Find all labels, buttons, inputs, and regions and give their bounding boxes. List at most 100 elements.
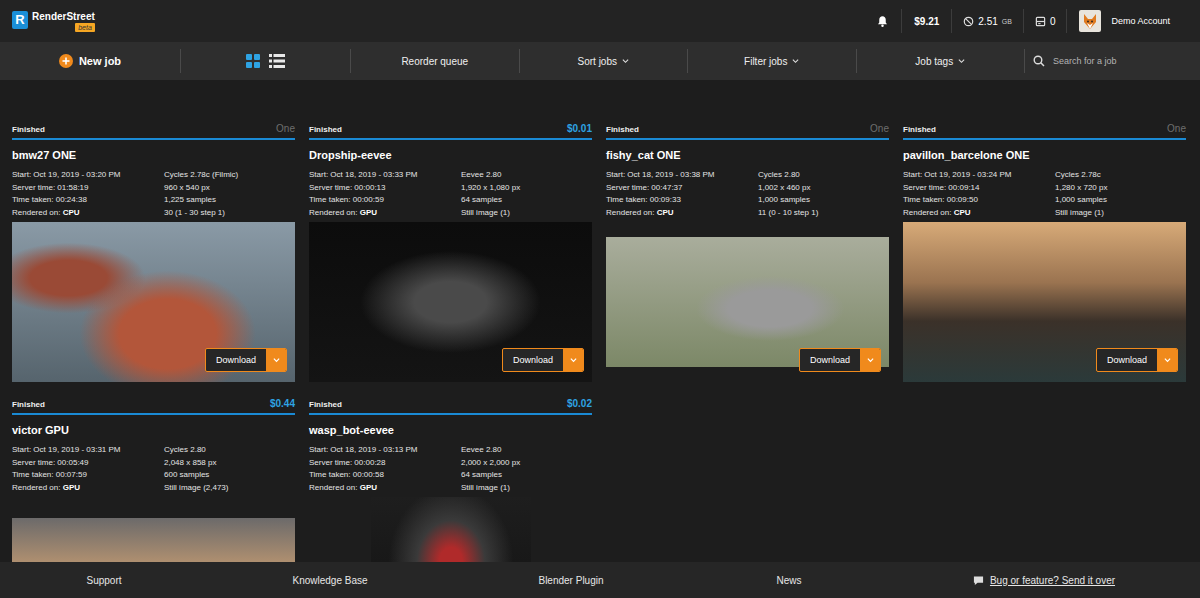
download-button[interactable]: Download [1097, 349, 1157, 371]
list-icon [269, 54, 285, 68]
logo[interactable]: RRenderStreetbeta [12, 11, 95, 32]
toolbar-menu-button[interactable]: Filter jobs [744, 56, 799, 67]
detail-row: Rendered on: CPU [12, 207, 164, 220]
job-price: One [1167, 123, 1186, 135]
job-details: Start: Oct 18, 2019 - 03:13 PMServer tim… [309, 444, 592, 494]
spec-row: 2,000 x 2,000 px [461, 457, 592, 470]
chat-bubble-icon [973, 575, 984, 586]
download-options-button[interactable] [266, 349, 286, 371]
job-card[interactable]: FinishedOnebmw27 ONEStart: Oct 19, 2019 … [12, 123, 295, 382]
job-details: Start: Oct 19, 2019 - 03:31 PMServer tim… [12, 444, 295, 494]
storage-unit: GB [1002, 18, 1012, 25]
job-title[interactable]: victor GPU [12, 423, 295, 437]
detail-row: Rendered on: GPU [309, 482, 461, 495]
top-bar: RRenderStreetbeta $9.212.51GB0 Demo Accoun… [0, 0, 1200, 42]
job-card[interactable]: Finished$0.01 Dropship-eevee Start: Oct 18… [309, 123, 592, 382]
toolbar-menu-button[interactable]: Reorder queue [401, 56, 468, 67]
download-split-button: Download [502, 348, 584, 372]
caret-down-icon [867, 357, 874, 363]
job-status: Finished [606, 125, 639, 135]
download-options-button[interactable] [1157, 349, 1177, 371]
spec-row: 64 samples [461, 469, 592, 482]
storage-usage[interactable]: 2.51GB [951, 9, 1023, 33]
caret-down-icon [570, 357, 577, 363]
toolbar-menu-button[interactable]: Job tags [915, 56, 965, 67]
servers-count[interactable]: 0 [1023, 9, 1067, 33]
spec-row: 1,225 samples [164, 194, 295, 207]
account-menu[interactable]: Demo Account [1066, 9, 1200, 33]
job-card[interactable]: Finished$0.44victor GPUStart: Oct 19, 20… [12, 398, 295, 562]
toolbar-menu-button[interactable]: Sort jobs [578, 56, 629, 67]
grid-view-button[interactable] [246, 54, 260, 68]
job-status: Finished [309, 400, 342, 410]
job-settings: Eevee 2.801,920 x 1,080 px64 samplesStil… [461, 169, 592, 219]
download-split-button: Download [1096, 348, 1178, 372]
render-preview[interactable] [371, 497, 531, 562]
list-view-button[interactable] [269, 54, 285, 68]
feedback-link[interactable]: Bug or feature? Send it over [888, 575, 1200, 586]
render-street-app: RRenderStreetbeta $9.212.51GB0 Demo Accoun… [0, 0, 1200, 598]
job-details: Start: Oct 19, 2019 - 03:24 PMServer tim… [903, 169, 1186, 219]
new-job-button[interactable]: New job [59, 54, 121, 68]
job-title[interactable]: bmw27 ONE [12, 148, 295, 162]
caret-down-icon [273, 357, 280, 363]
job-price: One [870, 123, 889, 135]
job-price: $0.01 [567, 123, 592, 135]
search-icon [1033, 55, 1045, 67]
toolbar: New job Reorder queue Sort jobs Filter jobs… [0, 42, 1200, 80]
job-title[interactable]: fishy_cat ONE [606, 148, 889, 162]
job-times: Start: Oct 19, 2019 - 03:31 PMServer tim… [12, 444, 164, 494]
detail-row: Time taken: 00:09:33 [606, 194, 758, 207]
spec-row: 11 (0 - 10 step 1) [758, 207, 889, 220]
download-options-button[interactable] [563, 349, 583, 371]
detail-row: Start: Oct 19, 2019 - 03:24 PM [903, 169, 1055, 182]
search-input[interactable] [1053, 54, 1200, 68]
spec-row: Eevee 2.80 [461, 169, 592, 182]
job-title[interactable]: wasp_bot-eevee [309, 423, 592, 437]
render-preview[interactable] [12, 518, 295, 562]
preview-frame: Download [903, 222, 1186, 382]
download-options-button[interactable] [860, 349, 880, 371]
spec-row: Still image (2,473) [164, 482, 295, 495]
download-button[interactable]: Download [503, 349, 563, 371]
detail-row: Start: Oct 19, 2019 - 03:31 PM [12, 444, 164, 457]
job-card[interactable]: Finished$0.02 wasp_bot-eevee Start: Oct 18… [309, 398, 592, 562]
job-header: Finished$0.01 [309, 123, 592, 140]
footer-link[interactable]: Blender Plugin [452, 575, 690, 586]
spec-row: Cycles 2.78c (Filmic) [164, 169, 295, 182]
logo-mark: R [12, 11, 28, 29]
job-settings: Cycles 2.801,002 x 460 px1,000 samples11… [758, 169, 889, 219]
spec-row: 600 samples [164, 469, 295, 482]
job-times: Start: Oct 18, 2019 - 03:33 PMServer tim… [309, 169, 461, 219]
job-times: Start: Oct 19, 2019 - 03:20 PMServer tim… [12, 169, 164, 219]
detail-row: Start: Oct 18, 2019 - 03:33 PM [309, 169, 461, 182]
chevron-down-icon [958, 58, 965, 64]
download-button[interactable]: Download [206, 349, 266, 371]
footer-link[interactable]: Knowledge Base [208, 575, 452, 586]
job-title[interactable]: pavillon_barcelone ONE [903, 148, 1186, 162]
job-header: Finished$0.02 [309, 398, 592, 415]
notifications-button[interactable] [864, 9, 901, 33]
footer-link[interactable]: News [690, 575, 888, 586]
toolbar-section: Sort jobs [519, 49, 688, 73]
job-status: Finished [903, 125, 936, 135]
job-card[interactable]: Finished One pavillon_barcelone ONE Start: … [903, 123, 1186, 382]
account-balance[interactable]: $9.21 [901, 9, 951, 33]
account-name: Demo Account [1111, 16, 1170, 26]
job-settings: Cycles 2.78c1,280 x 720 px1,000 samplesS… [1055, 169, 1186, 219]
spec-row: Cycles 2.80 [164, 444, 295, 457]
download-button[interactable]: Download [800, 349, 860, 371]
toolbar-section: Filter jobs [687, 49, 856, 73]
job-title[interactable]: Dropship-eevee [309, 148, 592, 162]
detail-row: Rendered on: CPU [606, 207, 758, 220]
detail-row: Server time: 00:09:14 [903, 182, 1055, 195]
detail-row: Rendered on: GPU [309, 207, 461, 220]
spec-row: Cycles 2.80 [758, 169, 889, 182]
detail-row: Rendered on: CPU [903, 207, 1055, 220]
job-times: Start: Oct 18, 2019 - 03:38 PMServer tim… [606, 169, 758, 219]
footer-link[interactable]: Support [0, 575, 208, 586]
detail-row: Server time: 00:47:37 [606, 182, 758, 195]
job-card[interactable]: Finished One fishy_cat ONE Start: Oct 18, 2… [606, 123, 889, 382]
toolbar-section: Job tags [856, 49, 1025, 73]
job-settings: Eevee 2.802,000 x 2,000 px64 samplesStil… [461, 444, 592, 494]
